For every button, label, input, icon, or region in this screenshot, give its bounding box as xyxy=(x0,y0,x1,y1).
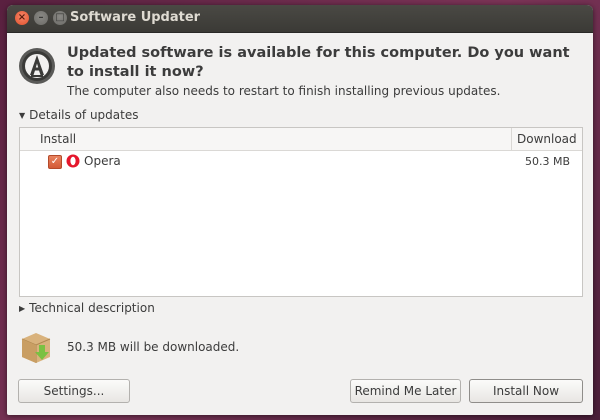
table-row[interactable]: ✓ Opera 50.3 MB xyxy=(20,151,582,173)
download-size-summary: 50.3 MB will be downloaded. xyxy=(67,340,240,354)
expanded-arrow-icon: ▼ xyxy=(19,110,26,120)
install-now-button[interactable]: Install Now xyxy=(469,379,583,403)
column-header-install[interactable]: Install xyxy=(40,132,76,146)
minimize-icon: – xyxy=(38,12,44,23)
software-updater-window: × – □ Software Updater Updated software … xyxy=(7,5,593,415)
details-expander-label: Details of updates xyxy=(29,108,139,122)
maximize-window-button[interactable]: □ xyxy=(53,11,67,25)
collapsed-arrow-icon: ▶ xyxy=(19,303,26,313)
updates-list[interactable]: Install Download ✓ Opera 50.3 MB xyxy=(19,127,583,297)
opera-install-checkbox[interactable]: ✓ xyxy=(48,155,62,169)
update-headline: Updated software is available for this c… xyxy=(67,45,570,80)
package-download-icon xyxy=(21,333,51,363)
column-header-download[interactable]: Download xyxy=(517,132,577,146)
close-icon: × xyxy=(17,12,27,23)
settings-button[interactable]: Settings... xyxy=(18,379,130,403)
technical-description-label: Technical description xyxy=(29,301,155,315)
close-window-button[interactable]: × xyxy=(15,11,29,25)
opera-icon xyxy=(66,154,80,168)
package-size: 50.3 MB xyxy=(524,155,570,168)
software-updater-icon xyxy=(19,48,55,84)
minimize-window-button[interactable]: – xyxy=(34,11,48,25)
updates-list-header: Install Download xyxy=(20,128,582,151)
restart-notice: The computer also needs to restart to fi… xyxy=(67,84,501,98)
technical-description-expander[interactable]: ▶ Technical description xyxy=(19,301,155,315)
maximize-icon: □ xyxy=(55,12,65,23)
column-divider xyxy=(511,128,512,150)
package-name: Opera xyxy=(84,154,121,168)
window-title: Software Updater xyxy=(70,10,201,25)
details-expander[interactable]: ▼ Details of updates xyxy=(19,108,139,122)
titlebar[interactable]: × – □ Software Updater xyxy=(7,5,593,33)
remind-me-later-button[interactable]: Remind Me Later xyxy=(350,379,461,403)
